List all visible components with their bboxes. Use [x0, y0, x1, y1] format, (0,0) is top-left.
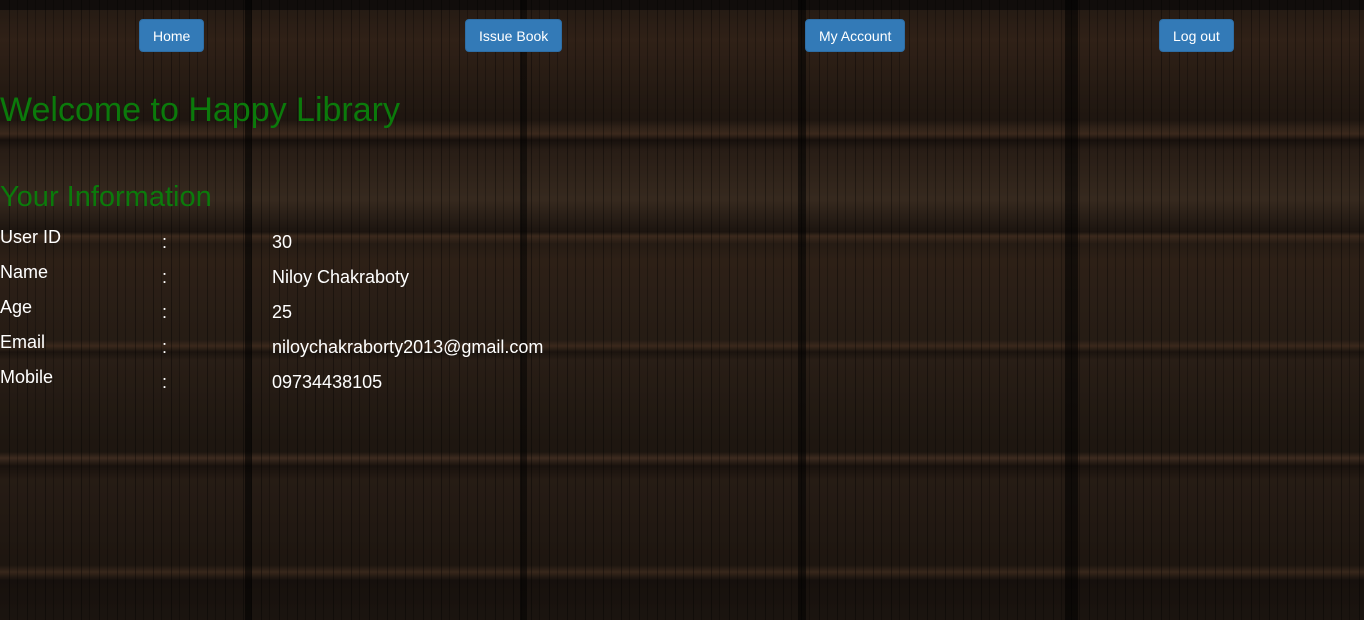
- home-button[interactable]: Home: [139, 19, 205, 52]
- log-out-button[interactable]: Log out: [1159, 19, 1234, 52]
- info-value: 25: [272, 302, 293, 322]
- info-row-email: Email : niloychakraborty2013@gmail.com: [0, 332, 700, 362]
- info-separator: :: [162, 267, 168, 287]
- info-label: Name: [0, 262, 49, 282]
- info-label: Mobile: [0, 367, 54, 387]
- info-row-age: Age : 25: [0, 297, 700, 327]
- info-separator: :: [162, 372, 168, 392]
- info-label: Email: [0, 332, 46, 352]
- info-value: 30: [272, 232, 293, 252]
- info-value: Niloy Chakraboty: [272, 267, 410, 287]
- my-account-button[interactable]: My Account: [805, 19, 906, 52]
- info-row-mobile: Mobile : 09734438105: [0, 367, 700, 397]
- info-value: 09734438105: [272, 372, 383, 392]
- info-separator: :: [162, 302, 168, 322]
- info-separator: :: [162, 232, 168, 252]
- page-title: Welcome to Happy Library: [0, 91, 400, 129]
- info-label: User ID: [0, 227, 62, 247]
- info-label: Age: [0, 297, 33, 317]
- issue-book-button[interactable]: Issue Book: [465, 19, 563, 52]
- info-row-name: Name : Niloy Chakraboty: [0, 262, 700, 292]
- info-value: niloychakraborty2013@gmail.com: [272, 337, 544, 357]
- section-title: Your Information: [0, 181, 212, 213]
- info-separator: :: [162, 337, 168, 357]
- info-row-user-id: User ID : 30: [0, 227, 700, 257]
